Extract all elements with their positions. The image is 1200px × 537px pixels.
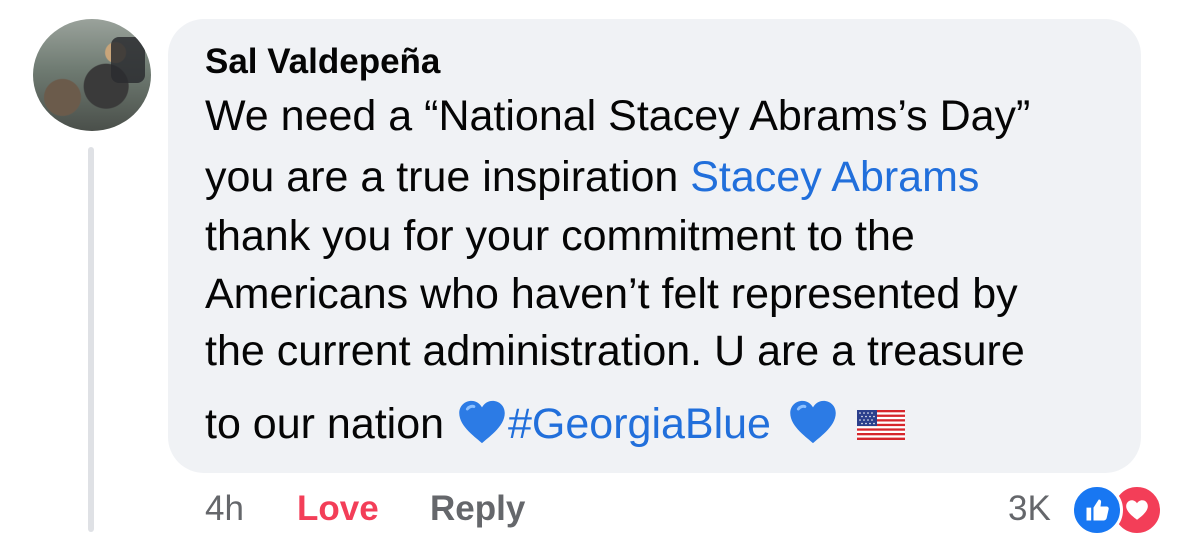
avatar[interactable] xyxy=(33,19,151,131)
comment-line: the current administration. U are a trea… xyxy=(205,327,1025,375)
comment-timestamp[interactable]: 4h xyxy=(205,487,244,531)
comment-text: to our nation xyxy=(205,400,457,448)
comment-line: thank you for your commitment to the xyxy=(205,212,915,260)
comment-line: We need a “National Stacey Abrams’s Day” xyxy=(205,92,1031,140)
reaction-icons[interactable] xyxy=(1071,484,1171,536)
blue-heart-icon xyxy=(459,400,505,444)
comment-text: you are a true inspiration xyxy=(205,153,691,201)
mention-link[interactable]: Stacey Abrams xyxy=(690,153,979,201)
reaction-count[interactable]: 3K xyxy=(1008,487,1051,531)
like-icon xyxy=(1071,484,1123,536)
hashtag-link[interactable]: #GeorgiaBlue xyxy=(508,400,771,448)
comment-author[interactable]: Sal Valdepeña xyxy=(205,42,440,82)
reply-button[interactable]: Reply xyxy=(430,487,525,531)
love-button[interactable]: Love xyxy=(297,487,379,531)
thread-line xyxy=(88,147,94,532)
us-flag-icon xyxy=(856,410,905,440)
comment-line: to our nation #GeorgiaBlue xyxy=(205,396,905,452)
comment-line: you are a true inspiration Stacey Abrams xyxy=(205,149,979,205)
blue-heart-icon xyxy=(790,400,836,444)
comment-line: Americans who haven’t felt represented b… xyxy=(205,270,1018,318)
